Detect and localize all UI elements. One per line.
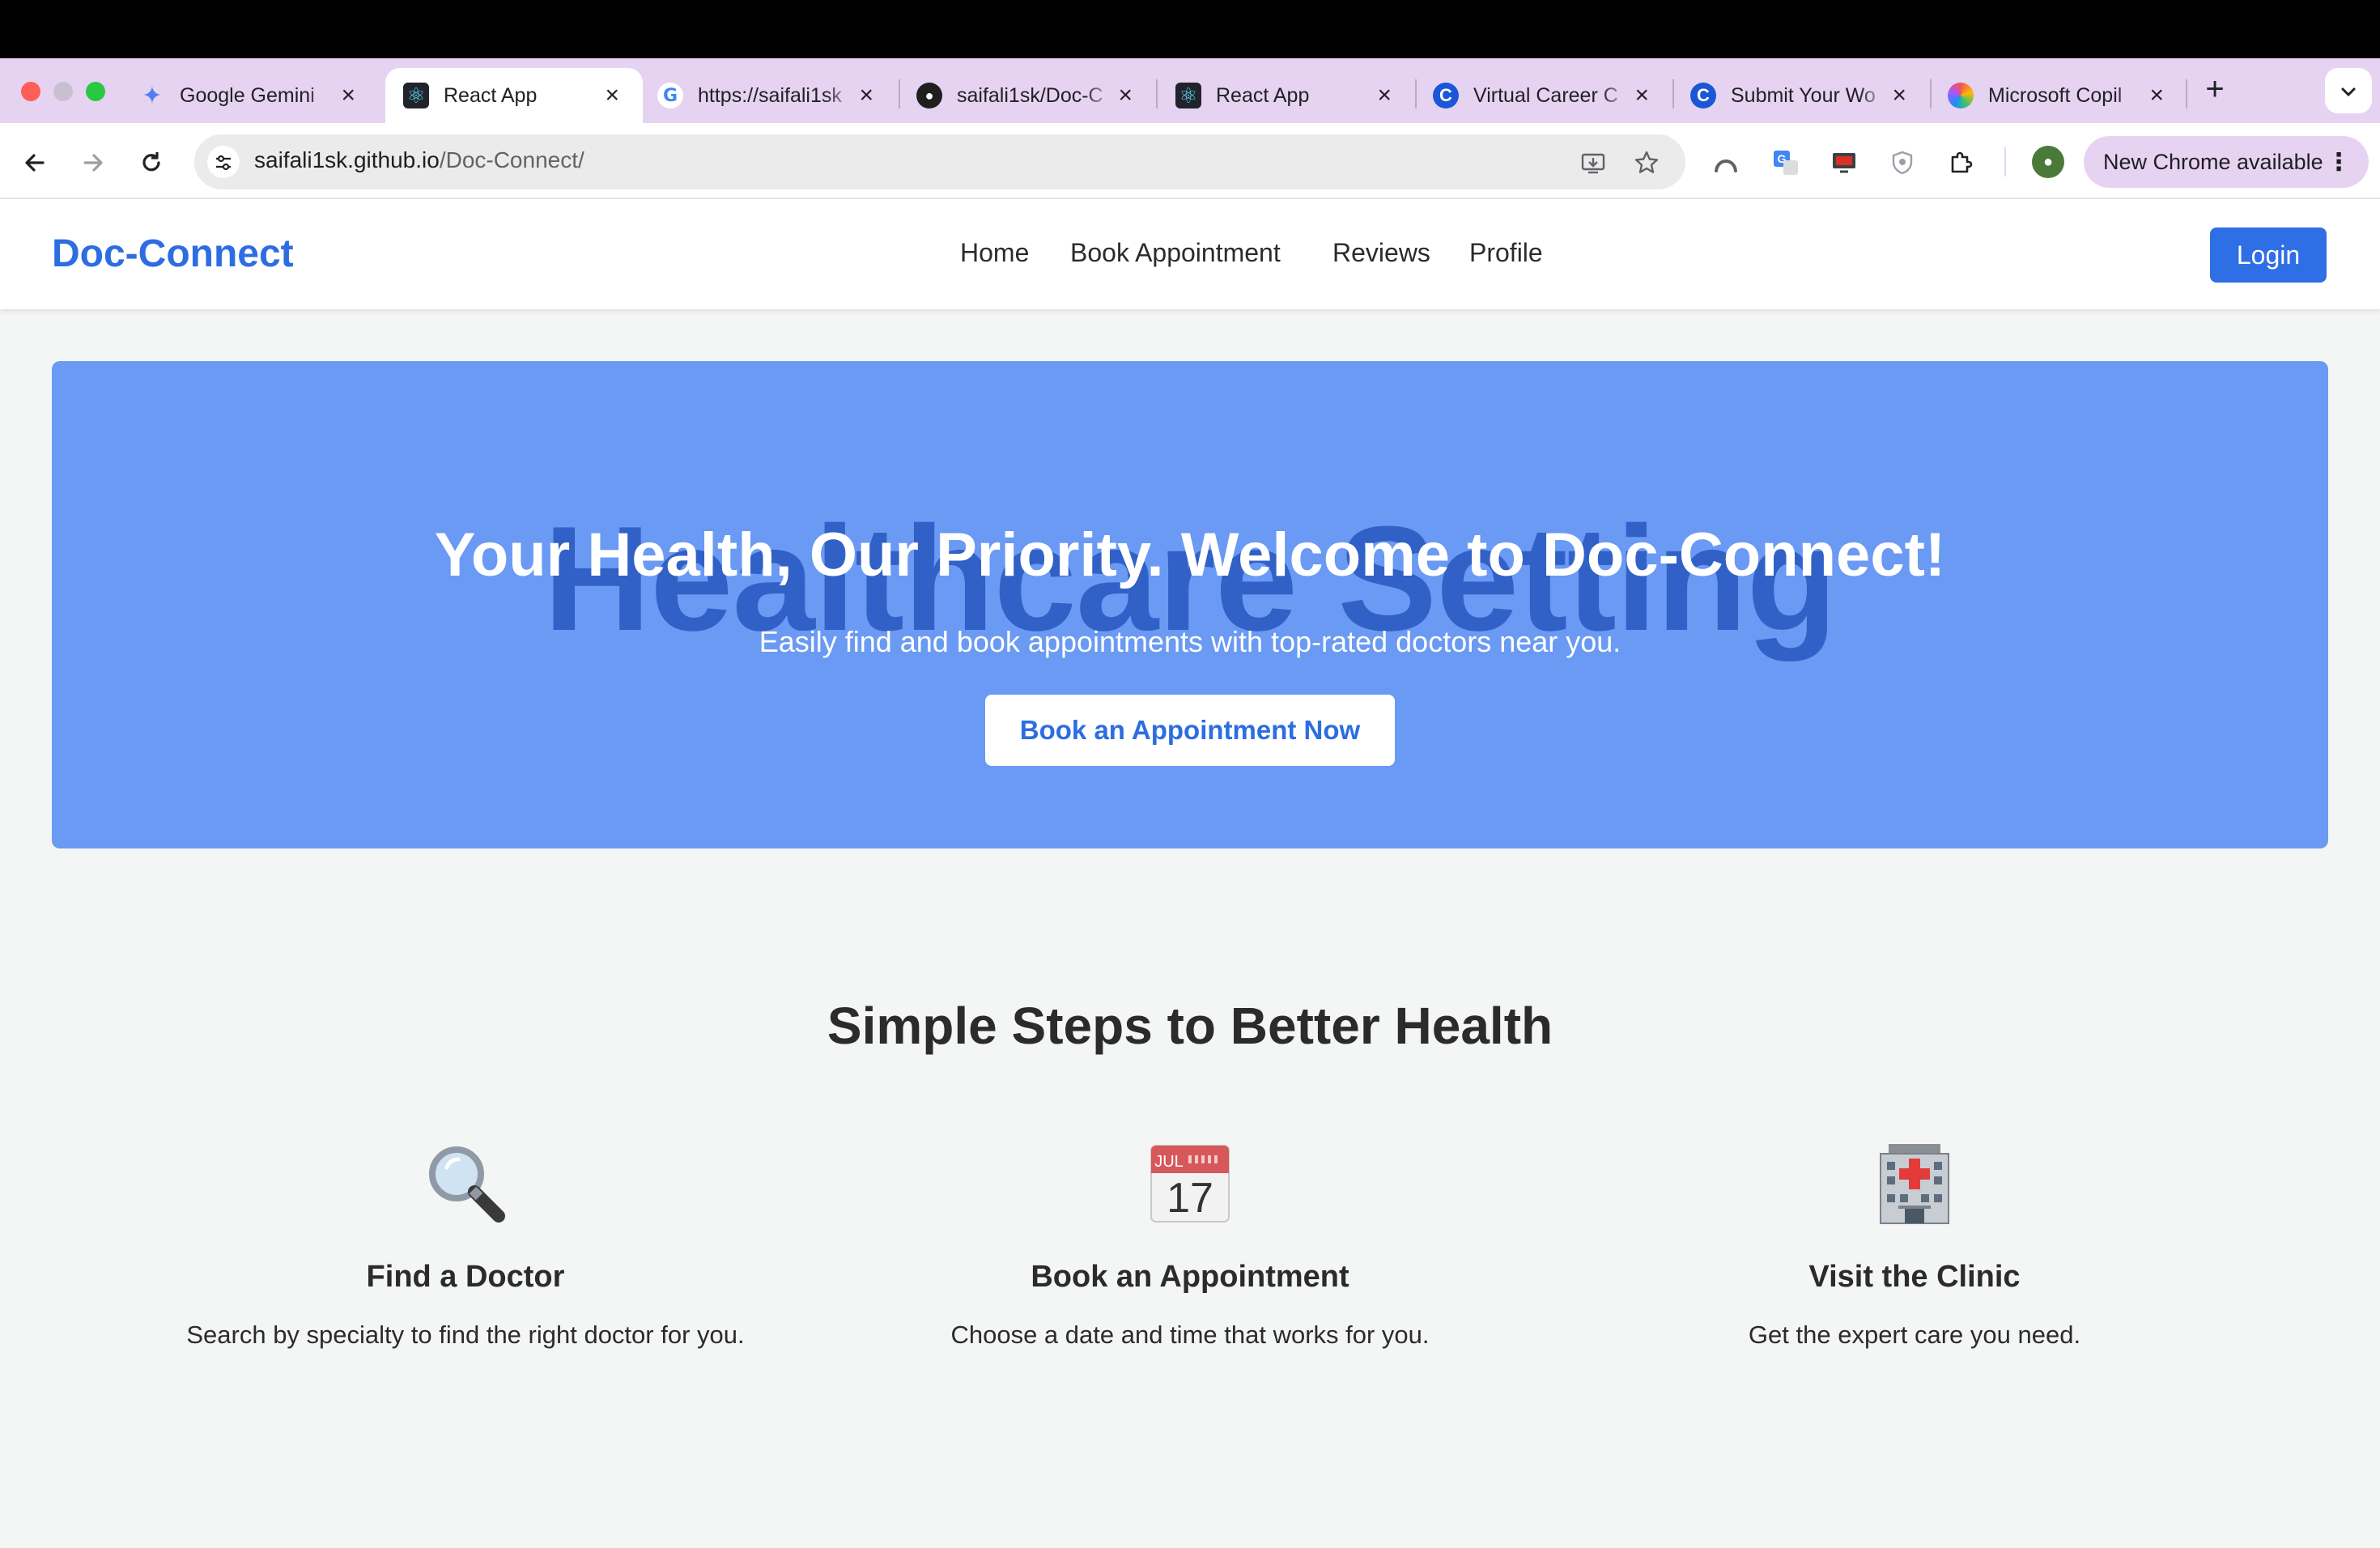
tab-google-search[interactable]: G https://saifali1sk ×: [640, 68, 897, 123]
close-window-button[interactable]: [21, 82, 40, 101]
extensions-puzzle-icon[interactable]: [1944, 146, 1977, 178]
maximize-window-button[interactable]: [86, 82, 105, 101]
close-icon[interactable]: ×: [2144, 83, 2170, 108]
copilot-icon: [1948, 83, 1974, 108]
step-visit-clinic: Visit the Clinic Get the expert care you…: [1550, 1138, 2279, 1350]
hero-banner: Healthcare Setting Your Health, Our Prio…: [52, 361, 2328, 848]
bookmark-star-icon[interactable]: [1630, 146, 1663, 178]
step-description: Search by specialty to find the right do…: [186, 1320, 745, 1349]
tune-icon: [216, 155, 231, 171]
google-icon: G: [657, 83, 683, 108]
minimize-window-button[interactable]: [53, 82, 73, 101]
nav-home[interactable]: Home: [960, 238, 1029, 268]
page-viewport: Doc-Connect Home Book Appointment Review…: [0, 199, 2380, 1548]
login-button[interactable]: Login: [2210, 228, 2327, 283]
app-header: Doc-Connect Home Book Appointment Review…: [0, 199, 2380, 309]
update-label: New Chrome available: [2103, 149, 2323, 174]
tab-title: Microsoft Copil: [1988, 83, 2123, 107]
tab-title: saifali1sk/Doc-C: [957, 83, 1103, 107]
tab-search-button[interactable]: [2325, 68, 2372, 113]
tab-google-gemini[interactable]: ✦ Google Gemini ×: [121, 68, 379, 123]
reload-button[interactable]: [133, 142, 170, 180]
book-appointment-cta-button[interactable]: Book an Appointment Now: [985, 695, 1395, 766]
step-description: Choose a date and time that works for yo…: [950, 1320, 1430, 1349]
step-find-doctor: Find a Doctor Search by specialty to fin…: [101, 1138, 830, 1350]
hero-title: Your Health, Our Priority. Welcome to Do…: [434, 521, 1946, 589]
brand-logo[interactable]: Doc-Connect: [52, 232, 294, 276]
chevron-down-icon: [2341, 87, 2356, 96]
back-arrow-icon: [25, 154, 45, 172]
profile-avatar[interactable]: ●: [2032, 146, 2064, 178]
url-path: /Doc-Connect/: [439, 147, 584, 172]
system-menu-bar: [0, 0, 2380, 58]
tab-react-app-active[interactable]: ⚛ React App ×: [385, 68, 643, 123]
hero-subtitle: Easily find and book appointments with t…: [759, 625, 1621, 658]
step-title: Book an Appointment: [1031, 1260, 1349, 1294]
react-icon: ⚛: [1175, 83, 1201, 108]
tab-title: Submit Your Wo: [1731, 83, 1876, 107]
hospital-icon: [1880, 1144, 1949, 1224]
github-icon: ●: [916, 83, 942, 108]
magnifying-glass-icon: [429, 1146, 505, 1223]
close-icon[interactable]: ×: [600, 83, 625, 108]
url-host: saifali1sk.github.io: [254, 147, 440, 172]
tab-virtual-career[interactable]: C Virtual Career C ×: [1415, 68, 1672, 123]
step-title: Visit the Clinic: [1808, 1260, 2021, 1294]
tab-title: Virtual Career C: [1473, 83, 1618, 107]
steps-section-title: Simple Steps to Better Health: [827, 997, 1553, 1055]
site-info-icon[interactable]: [207, 146, 240, 178]
close-icon[interactable]: ×: [854, 83, 879, 108]
close-icon[interactable]: ×: [1113, 83, 1138, 108]
close-icon[interactable]: ×: [1372, 83, 1397, 108]
address-url[interactable]: saifali1sk.github.io/Doc-Connect/: [254, 147, 584, 173]
nav-profile[interactable]: Profile: [1469, 238, 1543, 268]
install-app-icon[interactable]: [1577, 146, 1609, 178]
tab-github[interactable]: ● saifali1sk/Doc-C ×: [899, 68, 1156, 123]
tab-title: React App: [444, 83, 538, 107]
close-icon[interactable]: ×: [336, 83, 361, 108]
step-book-appointment: JUL 17 Book an Appointment Choose a date…: [826, 1138, 1554, 1350]
svg-text:JUL: JUL: [1154, 1153, 1184, 1171]
svg-text:17: 17: [1167, 1175, 1213, 1222]
tab-divider: [2186, 79, 2187, 108]
step-description: Get the expert care you need.: [1748, 1320, 2081, 1349]
tab-title: Google Gemini: [180, 83, 315, 107]
calendar-icon: JUL 17: [1150, 1145, 1230, 1223]
react-icon: ⚛: [403, 83, 429, 108]
c-logo-icon: C: [1433, 83, 1459, 108]
extension-arc-icon[interactable]: [1710, 146, 1742, 178]
close-icon[interactable]: ×: [1630, 83, 1655, 108]
back-button[interactable]: [16, 142, 53, 180]
tab-title: https://saifali1sk: [698, 83, 842, 107]
c-logo-icon: C: [1690, 83, 1716, 108]
step-title: Find a Doctor: [366, 1260, 565, 1294]
google-translate-icon[interactable]: G: [1770, 146, 1802, 178]
nav-book-appointment[interactable]: Book Appointment: [1070, 238, 1281, 268]
forward-button[interactable]: [74, 142, 112, 180]
chrome-update-button[interactable]: New Chrome available ⋮: [2084, 136, 2369, 188]
tab-microsoft-copilot[interactable]: Microsoft Copil ×: [1930, 68, 2187, 123]
screen-reader-extension-icon[interactable]: [1828, 146, 1860, 178]
nav-reviews[interactable]: Reviews: [1332, 238, 1430, 268]
close-icon[interactable]: ×: [1887, 83, 1912, 108]
tab-react-app[interactable]: ⚛ React App ×: [1158, 68, 1415, 123]
tab-submit-work[interactable]: C Submit Your Wo ×: [1672, 68, 1930, 123]
toolbar-divider: [2004, 147, 2006, 176]
reload-icon: [142, 152, 160, 172]
gemini-icon: ✦: [142, 82, 163, 109]
shield-extension-icon[interactable]: [1886, 146, 1919, 178]
tab-title: React App: [1216, 83, 1310, 107]
more-menu-icon[interactable]: ⋮: [2327, 148, 2351, 176]
forward-arrow-icon: [83, 154, 103, 172]
new-tab-button[interactable]: +: [2197, 71, 2233, 107]
